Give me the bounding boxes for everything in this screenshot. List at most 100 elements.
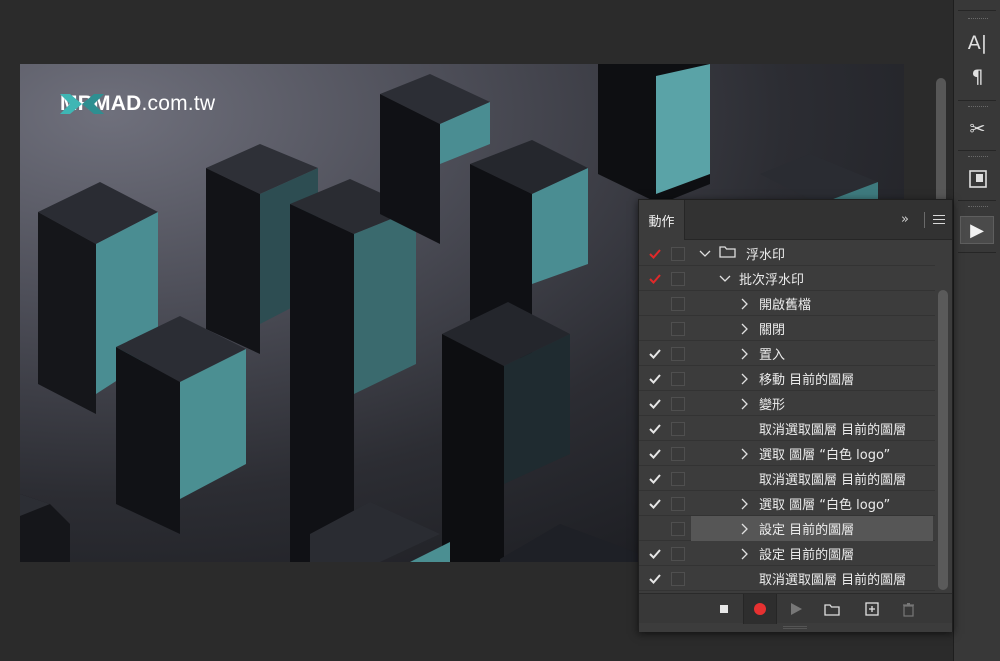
toggle-item-checkbox[interactable] [645, 291, 665, 316]
action-row[interactable]: 浮水印 [639, 241, 935, 266]
action-row[interactable]: 選取 圖層 “白色 logo” [639, 491, 935, 516]
delete-button[interactable] [891, 594, 925, 624]
watermark-domain: .com.tw [141, 92, 216, 115]
action-list-scrollbar-thumb[interactable] [938, 290, 948, 590]
chevron-down-icon[interactable] [699, 248, 711, 260]
paragraph-panel-button[interactable]: ¶ [954, 62, 1000, 92]
panel-menu-icon[interactable] [933, 215, 945, 224]
toggle-item-checkbox[interactable] [645, 341, 665, 366]
action-row[interactable]: 批次浮水印 [639, 266, 935, 291]
action-row-body[interactable]: 置入 [691, 341, 933, 366]
play-selection-button[interactable] [779, 594, 813, 624]
action-label: 關閉 [759, 323, 786, 338]
toggle-item-checkbox[interactable] [645, 391, 665, 416]
action-row-body[interactable]: 關閉 [691, 316, 933, 341]
action-row-body[interactable]: 浮水印 [691, 241, 933, 266]
toggle-dialog-box[interactable] [671, 422, 685, 436]
create-new-set-button[interactable] [815, 594, 849, 624]
toggle-dialog-box[interactable] [671, 247, 685, 261]
tool-presets-button[interactable]: ✂ [954, 114, 1000, 144]
action-row[interactable]: 設定 目前的圖層 [639, 516, 935, 541]
actions-panel-button[interactable]: ▶ [960, 216, 994, 244]
action-row-body[interactable]: 取消選取圖層 目前的圖層 [691, 566, 933, 591]
chevron-right-icon[interactable] [739, 398, 751, 410]
action-row-body[interactable]: 變形 [691, 391, 933, 416]
toggle-item-checkbox[interactable] [645, 416, 665, 441]
right-tool-strip: A| ¶ ✂ ▶ [953, 0, 1000, 661]
toggle-dialog-box[interactable] [671, 447, 685, 461]
chevron-right-icon[interactable] [739, 498, 751, 510]
toggle-item-checkbox[interactable] [645, 516, 665, 541]
toggle-item-checkbox[interactable] [645, 491, 665, 516]
toggle-dialog-box[interactable] [671, 522, 685, 536]
action-row[interactable]: 變形 [639, 391, 935, 416]
create-new-action-button[interactable] [855, 594, 889, 624]
action-row-body[interactable]: 開啟舊檔 [691, 291, 933, 316]
stop-playing-button[interactable] [707, 594, 741, 624]
toggle-item-checkbox[interactable] [645, 541, 665, 566]
toggle-dialog-box[interactable] [671, 497, 685, 511]
stop-icon [720, 605, 728, 613]
action-row-body[interactable]: 設定 目前的圖層 [691, 516, 933, 541]
actions-play-icon: ▶ [970, 219, 984, 241]
action-label: 浮水印 [746, 248, 786, 263]
toggle-item-checkbox[interactable] [645, 466, 665, 491]
action-list[interactable]: 浮水印 批次浮水印 開啟舊檔 關閉 置入 移動 目前的圖層 變形 取消選取圖層 目前的圖層 選取… [639, 241, 935, 591]
action-row[interactable]: 置入 [639, 341, 935, 366]
toggle-item-checkbox[interactable] [645, 266, 665, 291]
panel-resize-handle[interactable] [639, 624, 952, 632]
chevron-right-icon[interactable] [739, 323, 751, 335]
action-row[interactable]: 取消選取圖層 目前的圖層 [639, 566, 935, 591]
action-row[interactable]: 取消選取圖層 目前的圖層 [639, 466, 935, 491]
chevron-right-icon[interactable] [739, 523, 751, 535]
toggle-dialog-box[interactable] [671, 472, 685, 486]
toggle-dialog-box[interactable] [671, 572, 685, 586]
tab-actions[interactable]: 動作 [639, 200, 685, 240]
new-item-icon [865, 602, 879, 616]
toggle-dialog-box[interactable] [671, 397, 685, 411]
toggle-dialog-box[interactable] [671, 297, 685, 311]
toggle-dialog-box[interactable] [671, 272, 685, 286]
toggle-dialog-box[interactable] [671, 547, 685, 561]
properties-panel-button[interactable] [954, 164, 1000, 194]
action-row-body[interactable]: 選取 圖層 “白色 logo” [691, 441, 933, 466]
toggle-item-checkbox[interactable] [645, 566, 665, 591]
toggle-dialog-box[interactable] [671, 347, 685, 361]
action-row[interactable]: 取消選取圖層 目前的圖層 [639, 416, 935, 441]
action-row[interactable]: 關閉 [639, 316, 935, 341]
action-row[interactable]: 移動 目前的圖層 [639, 366, 935, 391]
action-label: 置入 [759, 348, 786, 363]
toggle-item-checkbox[interactable] [645, 316, 665, 341]
collapse-panel-icon[interactable]: » [901, 212, 909, 227]
folder-icon [824, 603, 840, 616]
toggle-item-checkbox[interactable] [645, 441, 665, 466]
action-row[interactable]: 選取 圖層 “白色 logo” [639, 441, 935, 466]
character-panel-button[interactable]: A| [954, 28, 1000, 58]
action-row-body[interactable]: 選取 圖層 “白色 logo” [691, 491, 933, 516]
toggle-dialog-box[interactable] [671, 372, 685, 386]
action-row[interactable]: 開啟舊檔 [639, 291, 935, 316]
action-label: 移動 目前的圖層 [759, 373, 855, 388]
chevron-right-icon[interactable] [739, 548, 751, 560]
toggle-dialog-box[interactable] [671, 322, 685, 336]
chevron-right-icon[interactable] [739, 348, 751, 360]
action-row-body[interactable]: 取消選取圖層 目前的圖層 [691, 466, 933, 491]
chevron-right-icon[interactable] [739, 448, 751, 460]
actions-panel[interactable]: 動作 » 浮水印 批次浮水印 開啟舊檔 關閉 置入 移動 目前的圖層 變形 取消選取圖層 目前… [638, 199, 953, 632]
action-row-body[interactable]: 取消選取圖層 目前的圖層 [691, 416, 933, 441]
action-row-body[interactable]: 移動 目前的圖層 [691, 366, 933, 391]
begin-recording-button[interactable] [743, 594, 777, 624]
action-row[interactable]: 設定 目前的圖層 [639, 541, 935, 566]
chevron-right-icon[interactable] [739, 373, 751, 385]
toggle-item-checkbox[interactable] [645, 366, 665, 391]
checkmark-icon [649, 248, 661, 259]
toggle-item-checkbox[interactable] [645, 241, 665, 266]
tool-presets-icon: ✂ [969, 118, 986, 140]
action-row-body[interactable]: 批次浮水印 [691, 266, 933, 291]
chevron-down-icon[interactable] [719, 273, 731, 285]
chevron-right-icon[interactable] [739, 298, 751, 310]
checkmark-icon [649, 548, 661, 559]
panel-header: 動作 » [639, 200, 952, 240]
action-row-body[interactable]: 設定 目前的圖層 [691, 541, 933, 566]
